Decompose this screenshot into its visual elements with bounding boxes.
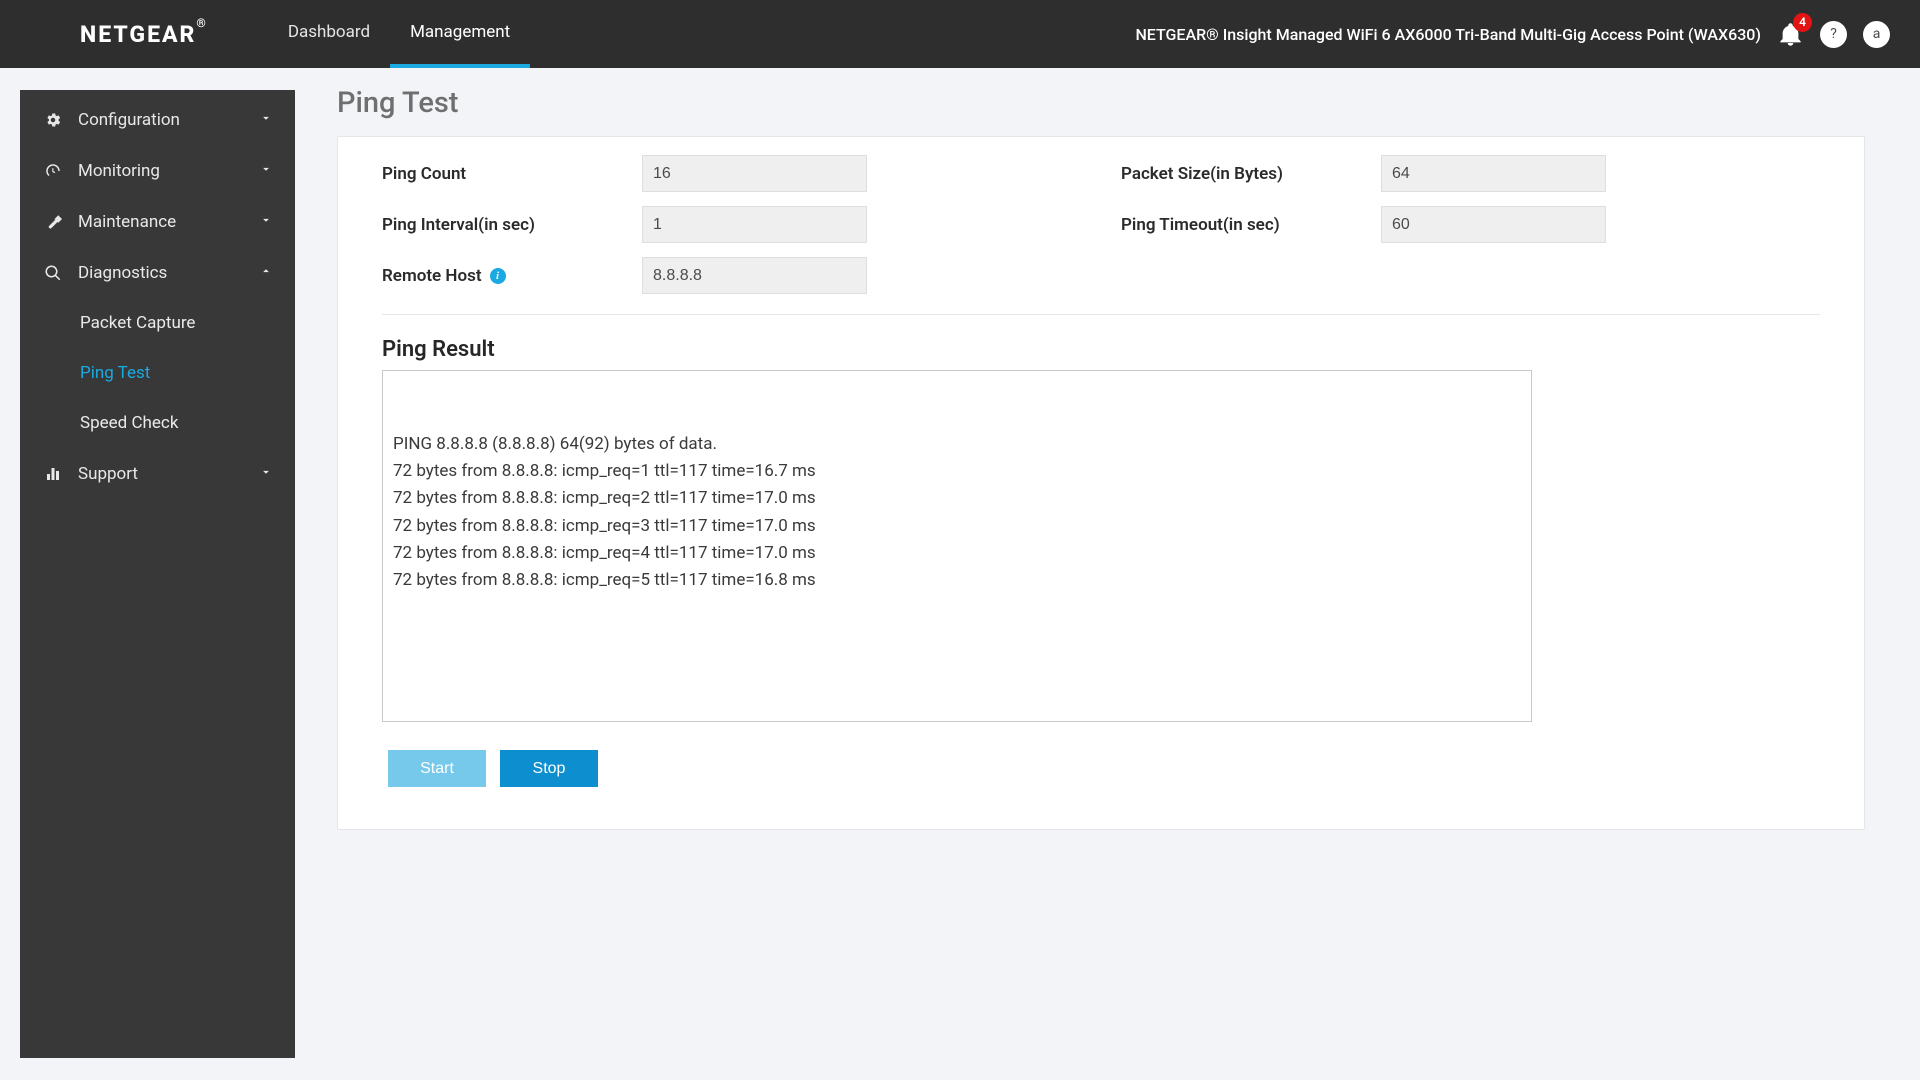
sidebar-label: Support (78, 464, 138, 484)
label-packet-size: Packet Size(in Bytes) (1121, 164, 1381, 184)
sidebar-item-configuration[interactable]: Configuration (20, 94, 295, 145)
label-ping-count: Ping Count (382, 164, 642, 184)
help-button[interactable]: ? (1820, 21, 1847, 48)
ping-result-output[interactable] (382, 370, 1532, 722)
label-ping-interval: Ping Interval(in sec) (382, 215, 642, 235)
sidebar-item-support[interactable]: Support (20, 448, 295, 499)
chevron-down-icon (259, 212, 273, 232)
remote-host-input[interactable] (642, 257, 867, 294)
sidebar-label: Configuration (78, 110, 180, 130)
top-bar: NETGEAR® Dashboard Management NETGEAR® I… (0, 0, 1920, 68)
sidebar-subitem-packet-capture[interactable]: Packet Capture (20, 298, 295, 348)
ping-test-panel: Ping Count Packet Size(in Bytes) Ping In… (337, 136, 1865, 830)
sidebar-item-monitoring[interactable]: Monitoring (20, 145, 295, 196)
sidebar-item-maintenance[interactable]: Maintenance (20, 196, 295, 247)
dashboard-icon (44, 162, 64, 180)
tab-dashboard[interactable]: Dashboard (268, 0, 390, 68)
sidebar-label: Maintenance (78, 212, 176, 232)
tab-management[interactable]: Management (390, 0, 530, 68)
ping-timeout-input[interactable] (1381, 206, 1606, 243)
info-icon[interactable]: i (490, 268, 506, 284)
sidebar-subitem-speed-check[interactable]: Speed Check (20, 398, 295, 448)
chevron-down-icon (259, 161, 273, 181)
chevron-up-icon (259, 263, 273, 283)
notification-count-badge: 4 (1793, 13, 1812, 32)
gear-icon (44, 111, 64, 129)
primary-nav: Dashboard Management (268, 0, 530, 68)
search-icon (44, 264, 64, 282)
label-remote-host: Remote Host i (382, 266, 642, 286)
wrench-icon (44, 213, 64, 231)
ping-result-heading: Ping Result (382, 337, 1820, 362)
chevron-down-icon (259, 464, 273, 484)
sidebar-label: Monitoring (78, 161, 160, 181)
main-content: Ping Test Ping Count Packet Size(in Byte… (295, 68, 1920, 1080)
sidebar-subitem-ping-test[interactable]: Ping Test (20, 348, 295, 398)
label-ping-timeout: Ping Timeout(in sec) (1121, 215, 1381, 235)
ping-interval-input[interactable] (642, 206, 867, 243)
product-name: NETGEAR® Insight Managed WiFi 6 AX6000 T… (1135, 25, 1761, 44)
brand-logo: NETGEAR® (80, 21, 208, 48)
chevron-down-icon (259, 110, 273, 130)
stop-button[interactable]: Stop (500, 750, 598, 787)
packet-size-input[interactable] (1381, 155, 1606, 192)
user-avatar[interactable]: a (1863, 21, 1890, 48)
start-button[interactable]: Start (388, 750, 486, 787)
ping-count-input[interactable] (642, 155, 867, 192)
sidebar-label: Diagnostics (78, 263, 167, 283)
sidebar: Configuration Monitoring Maintenance (20, 90, 295, 1058)
support-icon (44, 465, 64, 483)
sidebar-item-diagnostics[interactable]: Diagnostics (20, 247, 295, 298)
notifications-button[interactable]: 4 (1777, 21, 1804, 48)
page-title: Ping Test (337, 86, 1865, 120)
